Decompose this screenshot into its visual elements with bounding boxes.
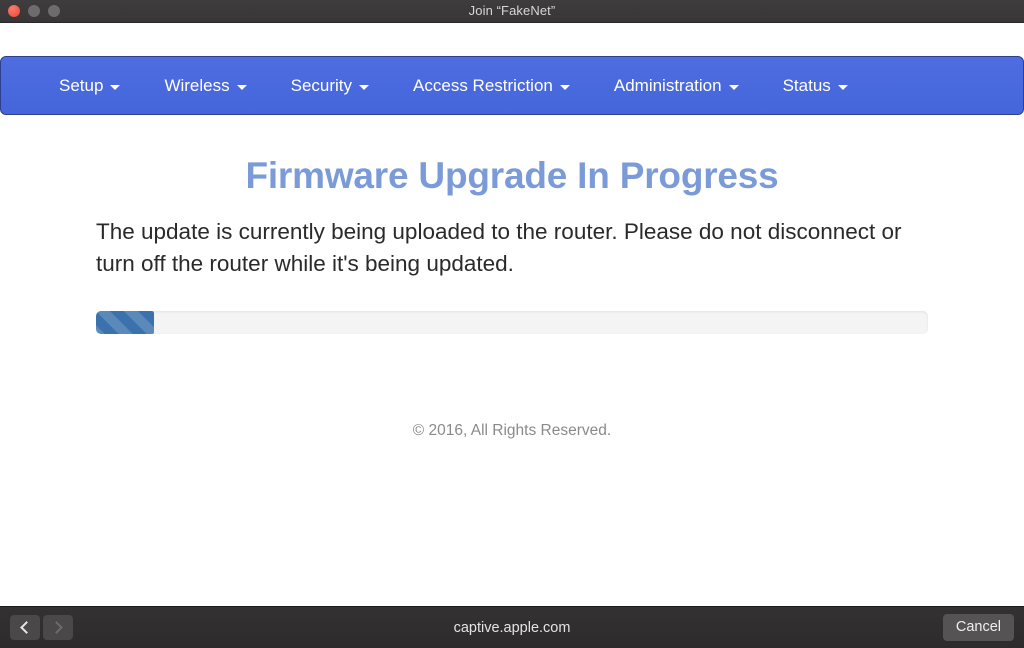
chevron-down-icon bbox=[559, 85, 570, 90]
back-button[interactable] bbox=[10, 615, 40, 640]
chevron-right-icon bbox=[50, 621, 63, 634]
nav-item-label: Security bbox=[290, 76, 353, 95]
copyright-notice: © 2016, All Rights Reserved. bbox=[412, 421, 612, 439]
forward-button[interactable] bbox=[43, 615, 73, 640]
window-traffic-lights bbox=[8, 0, 60, 22]
router-navbar: Setup Wireless Security Access Restricti… bbox=[0, 56, 1024, 115]
progress-track bbox=[96, 310, 928, 334]
cancel-button[interactable]: Cancel bbox=[942, 614, 1014, 641]
captive-portal-window: Join “FakeNet” Setup Wireless Security A… bbox=[0, 0, 1024, 648]
navigation-buttons bbox=[10, 615, 73, 640]
browser-toolbar: captive.apple.com Cancel bbox=[0, 606, 1024, 648]
progress-fill bbox=[96, 310, 155, 334]
page-title: Firmware Upgrade In Progress bbox=[245, 155, 779, 196]
chevron-down-icon bbox=[110, 85, 121, 90]
chevron-down-icon bbox=[359, 85, 370, 90]
close-window-button[interactable] bbox=[8, 5, 20, 17]
firmware-upgrade-panel: Firmware Upgrade In Progress The update … bbox=[0, 115, 1024, 440]
nav-item-access-restriction[interactable]: Access Restriction bbox=[397, 67, 586, 104]
chevron-down-icon bbox=[728, 85, 739, 90]
upgrade-progress bbox=[96, 310, 928, 334]
nav-item-label: Wireless bbox=[164, 76, 230, 95]
window-titlebar: Join “FakeNet” bbox=[0, 0, 1024, 23]
nav-item-label: Administration bbox=[613, 76, 722, 95]
nav-item-label: Access Restriction bbox=[413, 76, 553, 95]
chevron-down-icon bbox=[837, 85, 848, 90]
nav-item-label: Setup bbox=[59, 76, 104, 95]
nav-item-security[interactable]: Security bbox=[275, 67, 385, 104]
zoom-window-button[interactable] bbox=[48, 5, 60, 17]
web-page-viewport: Setup Wireless Security Access Restricti… bbox=[0, 23, 1024, 606]
chevron-down-icon bbox=[236, 85, 247, 90]
url-label: captive.apple.com bbox=[453, 619, 571, 636]
nav-item-status[interactable]: Status bbox=[767, 67, 864, 104]
minimize-window-button[interactable] bbox=[28, 5, 40, 17]
chevron-left-icon bbox=[20, 621, 33, 634]
nav-item-administration[interactable]: Administration bbox=[598, 67, 755, 104]
nav-item-setup[interactable]: Setup bbox=[43, 67, 136, 104]
nav-item-label: Status bbox=[782, 76, 831, 95]
window-title: Join “FakeNet” bbox=[468, 3, 556, 18]
upgrade-description: The update is currently being uploaded t… bbox=[96, 219, 902, 276]
nav-item-wireless[interactable]: Wireless bbox=[148, 67, 262, 104]
